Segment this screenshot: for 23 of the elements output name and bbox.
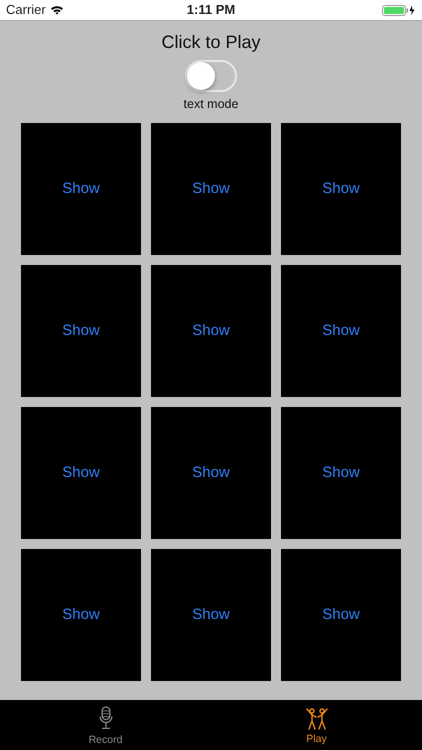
show-tile[interactable]: Show (21, 548, 141, 681)
carrier-name: Carrier (6, 1, 46, 20)
tab-bar-item[interactable]: Record (0, 700, 211, 750)
toggle-switch[interactable] (185, 60, 237, 92)
battery-icon (382, 4, 416, 16)
clock-time: 1:11 PM (186, 1, 236, 20)
show-tile[interactable]: Show (21, 264, 141, 397)
show-tile[interactable]: Show (151, 264, 271, 397)
page-title: Click to Play (161, 31, 261, 53)
switch-label: text mode (184, 96, 238, 113)
tab-bar-item[interactable]: Play (211, 700, 422, 750)
show-tile[interactable]: Show (281, 264, 401, 397)
show-tile[interactable]: Show (281, 122, 401, 255)
show-tile[interactable]: Show (151, 548, 271, 681)
show-tile[interactable]: Show (151, 406, 271, 539)
microphone-icon (98, 706, 114, 732)
wifi-icon (50, 5, 64, 15)
show-tile[interactable]: Show (151, 122, 271, 255)
show-tile[interactable]: Show (21, 122, 141, 255)
show-tile[interactable]: Show (281, 406, 401, 539)
dancers-icon (304, 706, 328, 730)
show-tile[interactable]: Show (281, 548, 401, 681)
show-tile[interactable]: Show (21, 406, 141, 539)
